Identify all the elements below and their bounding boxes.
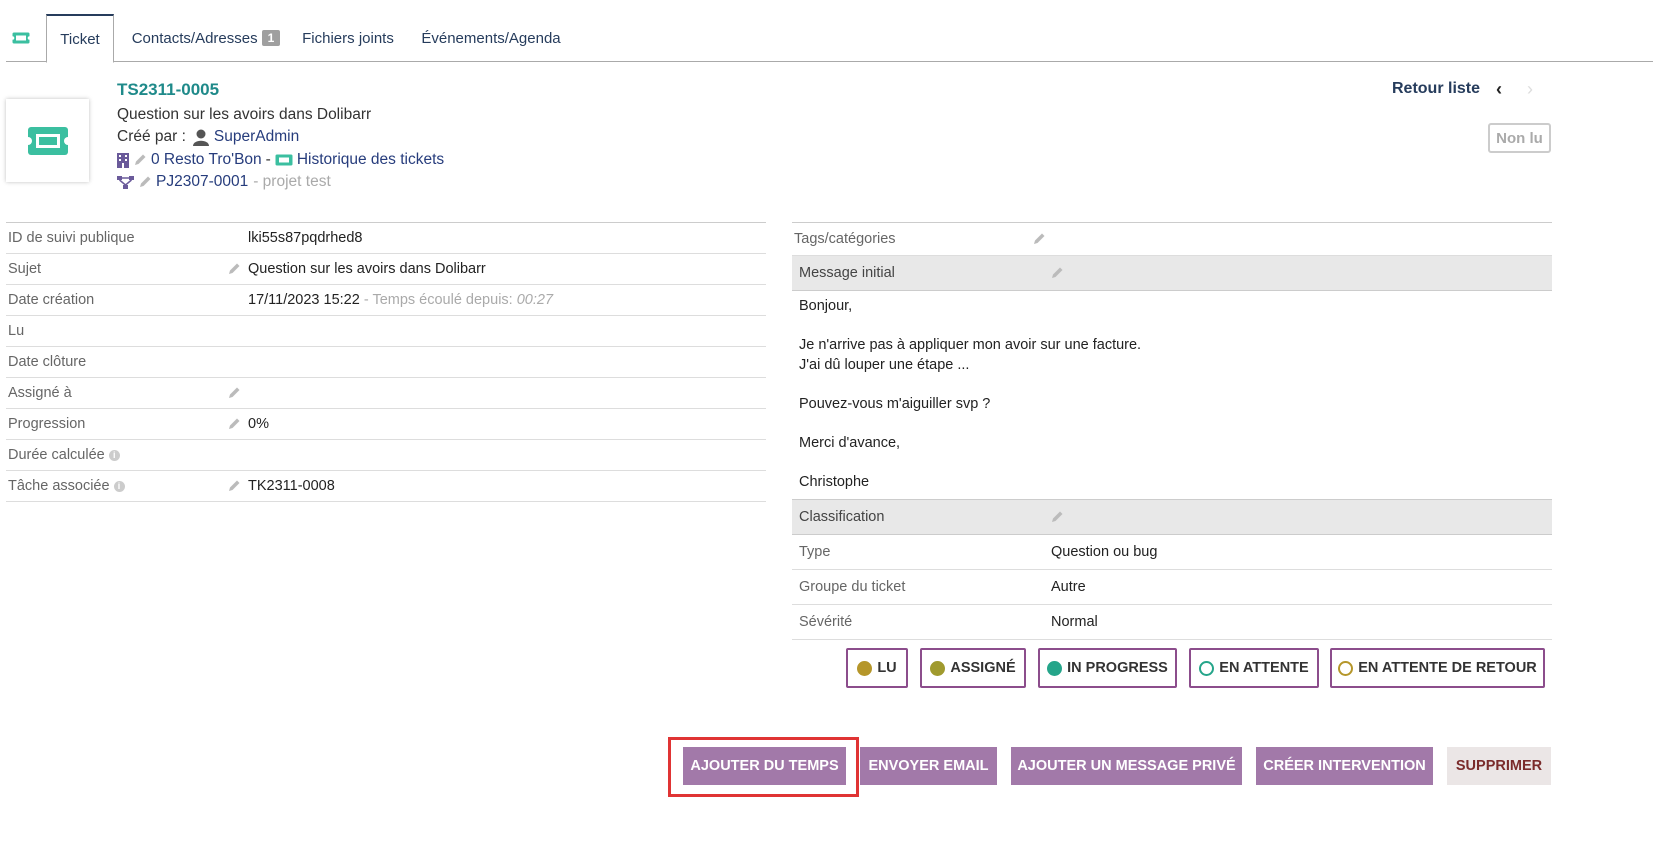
tab-contacts[interactable]: Contacts/Adresses 1 — [126, 14, 286, 62]
edit-classification-pencil-icon[interactable] — [1050, 510, 1064, 528]
edit-progress-pencil-icon[interactable] — [227, 417, 241, 435]
add-private-message-button[interactable]: AJOUTER UN MESSAGE PRIVÉ — [1011, 747, 1242, 785]
created-by-line: Créé par : SuperAdmin — [117, 128, 300, 146]
unread-status-badge: Non lu — [1488, 123, 1551, 153]
contacts-count-badge: 1 — [261, 30, 281, 46]
group-row: Groupe du ticket Autre — [792, 570, 1552, 605]
status-waiting-button[interactable]: EN ATTENTE — [1189, 648, 1319, 688]
ticket-icon — [275, 154, 293, 166]
ticket-icon — [26, 126, 69, 155]
status-read-button[interactable]: LU — [846, 648, 908, 688]
send-email-button[interactable]: ENVOYER EMAIL — [860, 747, 997, 785]
ticket-ref: TS2311-0005 — [117, 80, 220, 99]
field-row-assigned: Assigné à — [6, 378, 766, 409]
tags-row: Tags/catégories — [792, 223, 1552, 256]
status-dot-icon — [930, 660, 946, 676]
creator-link[interactable]: SuperAdmin — [214, 128, 299, 146]
edit-message-pencil-icon[interactable] — [1050, 266, 1064, 284]
pencil-icon[interactable] — [138, 175, 152, 189]
tab-files[interactable]: Fichiers joints — [296, 14, 400, 62]
field-row-date-creation: Date création 17/11/2023 15:22 - Temps é… — [6, 285, 766, 316]
ticket-module-icon[interactable] — [6, 14, 36, 62]
info-icon: i — [108, 450, 120, 461]
next-record-button[interactable]: › — [1527, 79, 1533, 100]
classification-header: Classification — [792, 500, 1552, 535]
status-dot-icon — [1199, 660, 1215, 676]
pencil-icon[interactable] — [133, 153, 147, 167]
company-link[interactable]: 0 Resto Tro'Bon — [151, 151, 262, 169]
info-icon: i — [113, 481, 125, 492]
initial-message-header: Message initial — [792, 256, 1552, 291]
field-row-read: Lu — [6, 316, 766, 347]
user-icon — [192, 128, 210, 146]
tab-events[interactable]: Événements/Agenda — [416, 14, 566, 62]
previous-record-button[interactable]: ‹ — [1496, 79, 1502, 100]
field-row-duration: Durée calculée i — [6, 440, 766, 471]
ticket-fields-table: ID de suivi publique lki55s87pqdrhed8 Su… — [6, 222, 766, 502]
project-link[interactable]: PJ2307-0001 — [156, 173, 248, 191]
create-intervention-button[interactable]: CRÉER INTERVENTION — [1256, 747, 1433, 785]
company-line: 0 Resto Tro'Bon - Historique des tickets — [117, 151, 444, 169]
severity-row: Sévérité Normal — [792, 605, 1552, 640]
edit-task-pencil-icon[interactable] — [227, 479, 241, 497]
history-link[interactable]: Historique des tickets — [297, 151, 444, 169]
building-icon — [117, 152, 129, 168]
highlight-box — [668, 737, 859, 797]
status-waiting-return-button[interactable]: EN ATTENTE DE RETOUR — [1330, 648, 1545, 688]
field-row-track-id: ID de suivi publique lki55s87pqdrhed8 — [6, 223, 766, 254]
edit-assigned-pencil-icon[interactable] — [227, 386, 241, 404]
edit-subject-pencil-icon[interactable] — [227, 262, 241, 280]
type-row: Type Question ou bug — [792, 535, 1552, 570]
field-row-progress: Progression 0% — [6, 409, 766, 440]
field-row-subject: Sujet Question sur les avoirs dans Dolib… — [6, 254, 766, 285]
ticket-message-panel: Tags/catégories Message initial Bonjour,… — [792, 222, 1552, 640]
status-dot-icon — [1047, 660, 1063, 676]
ticket-photo — [6, 99, 89, 182]
initial-message-body: Bonjour, Je n'arrive pas à appliquer mon… — [792, 291, 1552, 500]
status-in-progress-button[interactable]: IN PROGRESS — [1038, 648, 1177, 688]
edit-tags-pencil-icon[interactable] — [1032, 232, 1046, 250]
status-dot-icon — [1338, 660, 1354, 676]
tab-bar: Ticket Contacts/Adresses 1 Fichiers joint… — [6, 14, 1653, 63]
field-row-date-close: Date clôture — [6, 347, 766, 378]
delete-button[interactable]: SUPPRIMER — [1447, 747, 1551, 785]
project-icon — [117, 175, 134, 189]
back-to-list-link[interactable]: Retour liste — [1392, 80, 1480, 98]
status-assigned-button[interactable]: ASSIGNÉ — [920, 648, 1026, 688]
tab-ticket[interactable]: Ticket — [46, 14, 114, 63]
status-dot-icon — [857, 660, 873, 676]
project-line: PJ2307-0001 - projet test — [117, 173, 331, 191]
ticket-subject: Question sur les avoirs dans Dolibarr — [117, 106, 372, 123]
field-row-task: Tâche associée i TK2311-0008 — [6, 471, 766, 502]
